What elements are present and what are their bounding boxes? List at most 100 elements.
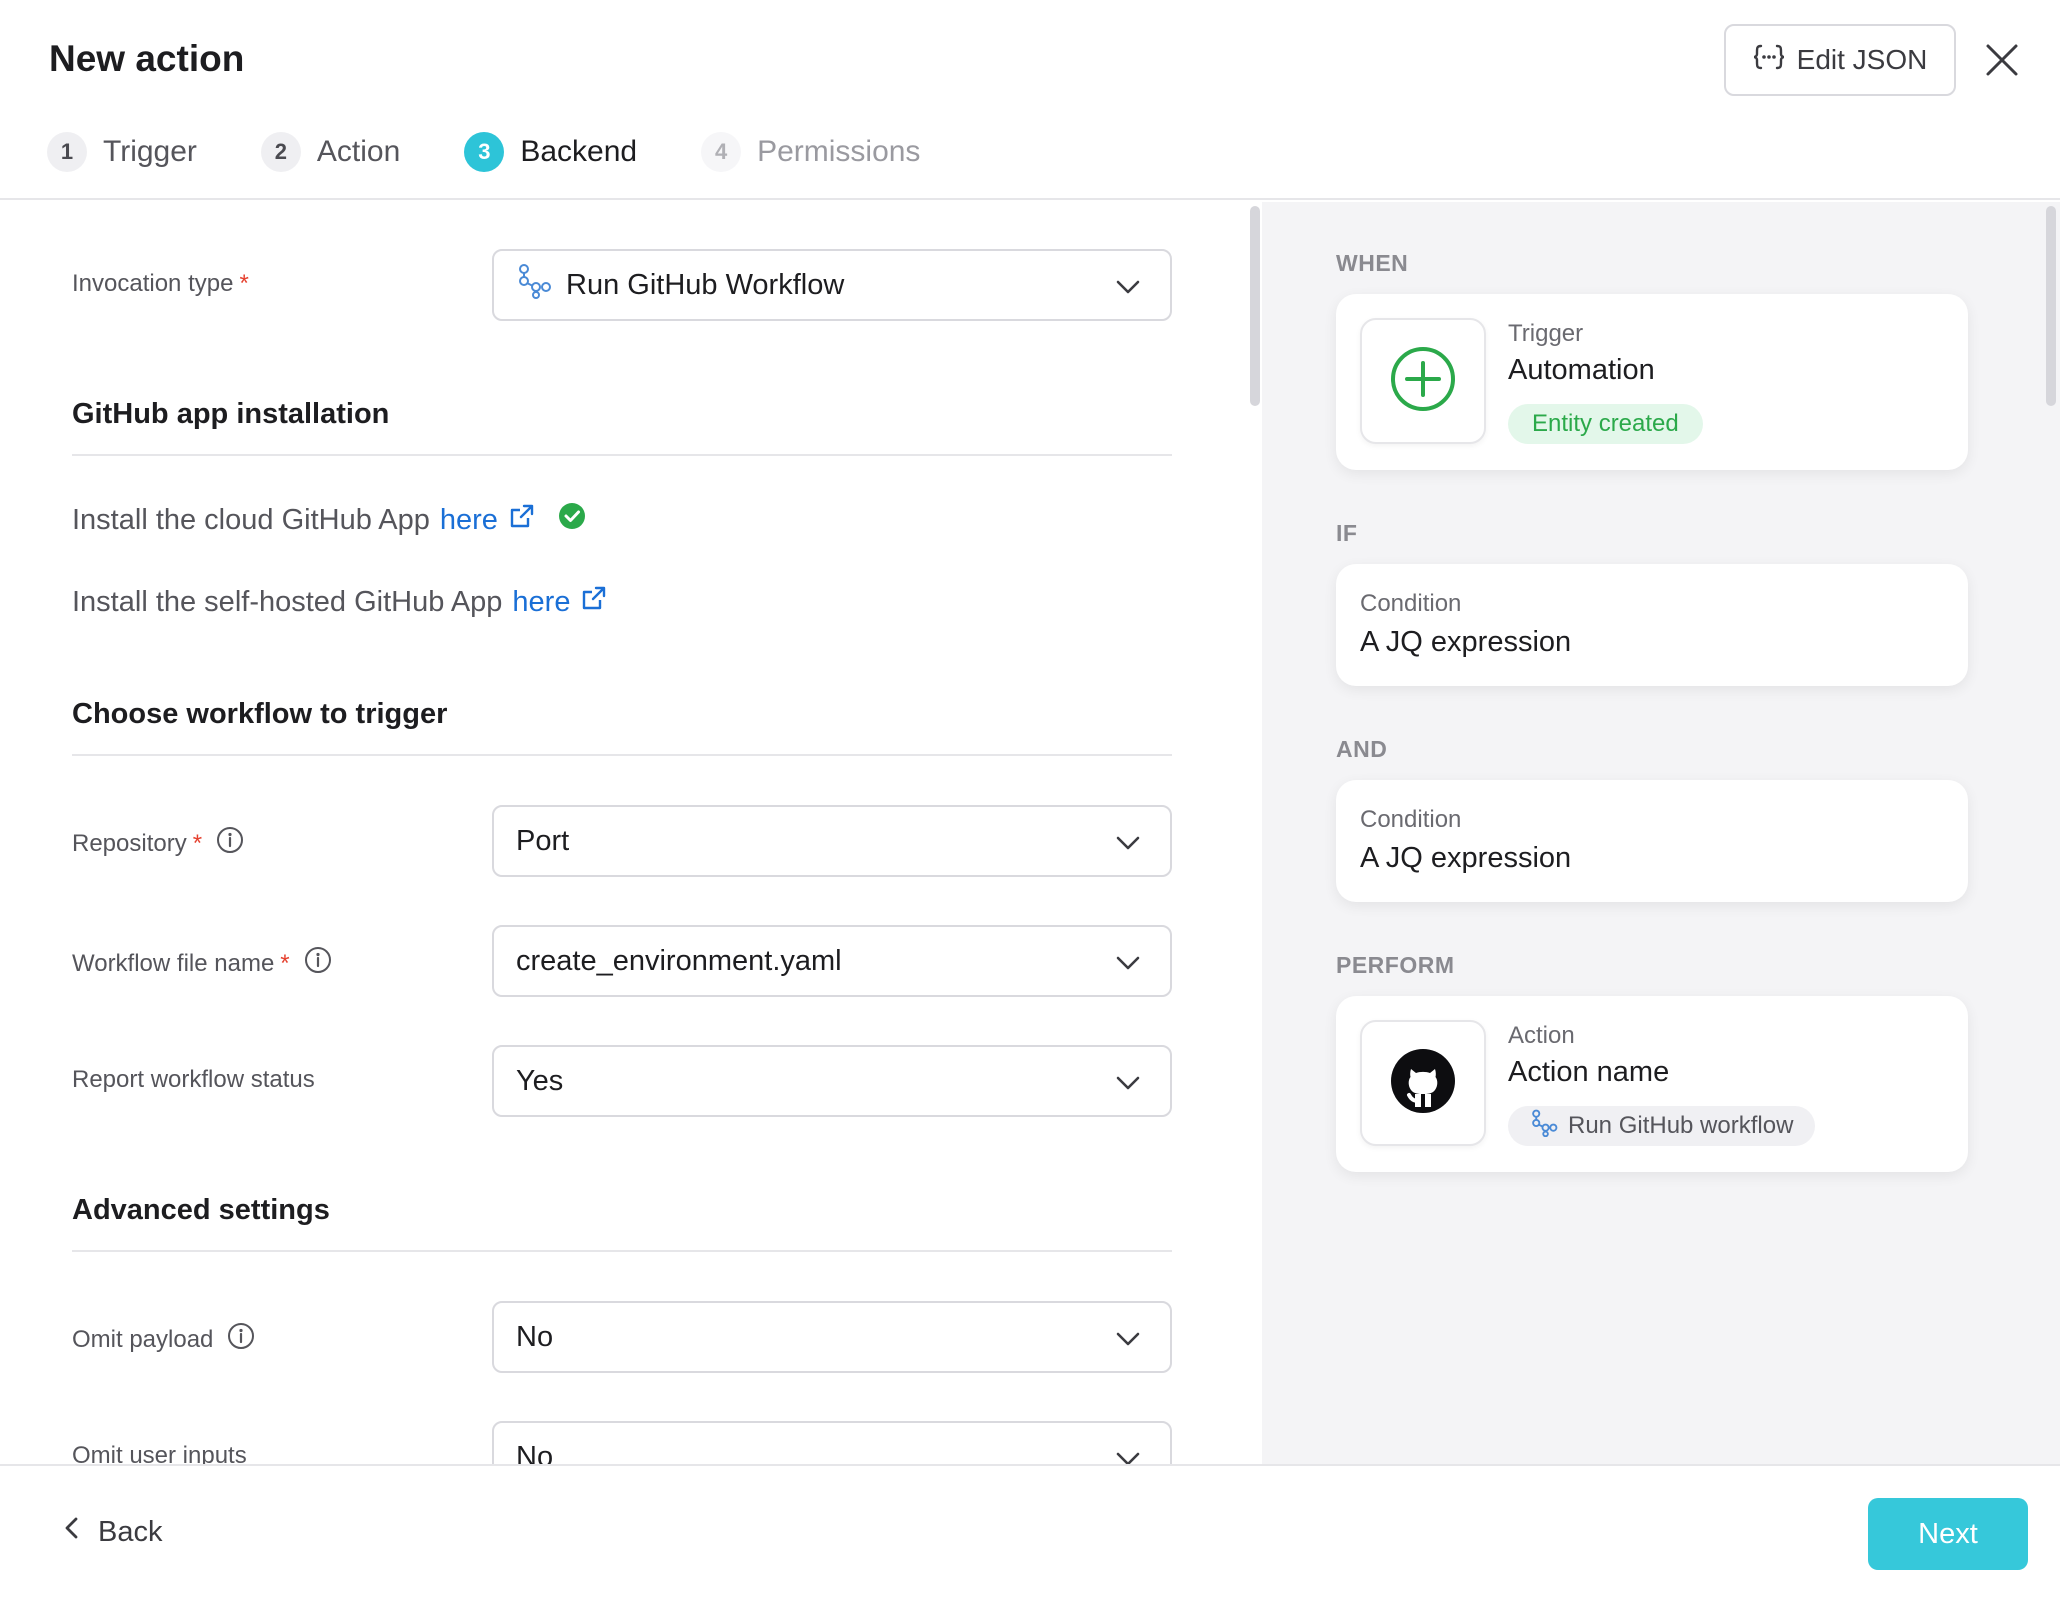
invocation-type-select[interactable]: Run GitHub Workflow xyxy=(492,249,1172,321)
divider xyxy=(72,754,1172,756)
chevron-down-icon xyxy=(1114,1445,1142,1464)
info-icon[interactable] xyxy=(304,946,332,981)
omit-user-inputs-label-text: Omit user inputs xyxy=(72,1442,247,1464)
omit-payload-label: Omit payload xyxy=(72,1322,255,1357)
repository-select[interactable]: Port xyxy=(492,805,1172,877)
step-number: 2 xyxy=(260,132,301,172)
info-icon[interactable] xyxy=(216,826,244,861)
cloud-app-text: Install the cloud GitHub App xyxy=(72,503,430,536)
required-marker: * xyxy=(280,949,290,977)
code-braces-icon xyxy=(1753,43,1785,78)
external-link-icon[interactable] xyxy=(580,584,608,620)
report-status-label-text: Report workflow status xyxy=(72,1066,315,1093)
cloud-app-install-row: Install the cloud GitHub App here xyxy=(72,502,586,538)
step-label: Permissions xyxy=(757,135,921,168)
back-label: Back xyxy=(98,1515,163,1548)
action-card[interactable]: Action Action name Run GitHub workflow xyxy=(1336,996,1968,1172)
step-label: Trigger xyxy=(103,135,197,168)
omit-payload-value: No xyxy=(516,1320,554,1353)
cloud-app-link[interactable]: here xyxy=(440,504,498,537)
step-trigger[interactable]: 1 Trigger xyxy=(47,132,197,172)
step-action[interactable]: 2 Action xyxy=(260,132,401,172)
external-link-icon[interactable] xyxy=(508,502,536,538)
omit-user-inputs-value: No xyxy=(516,1440,554,1465)
if-condition-card[interactable]: Condition A JQ expression xyxy=(1336,564,1968,686)
back-button[interactable]: Back xyxy=(62,1514,162,1550)
perform-section-label: PERFORM xyxy=(1336,952,1455,978)
trigger-kicker: Trigger xyxy=(1508,320,1584,347)
action-title: Action name xyxy=(1508,1056,1670,1088)
choose-workflow-title: Choose workflow to trigger xyxy=(72,698,448,730)
form-scrollbar[interactable] xyxy=(1248,202,1262,1464)
action-type-badge: Run GitHub workflow xyxy=(1508,1106,1816,1146)
workflow-file-select[interactable]: create_environment.yaml xyxy=(492,925,1172,997)
chevron-down-icon xyxy=(1114,1069,1142,1105)
report-status-label: Report workflow status xyxy=(72,1066,315,1094)
step-permissions[interactable]: 4 Permissions xyxy=(701,132,920,172)
omit-user-inputs-select[interactable]: No xyxy=(492,1421,1172,1464)
chevron-down-icon xyxy=(1114,273,1142,309)
github-workflow-icon xyxy=(516,263,552,307)
and-condition-card[interactable]: Condition A JQ expression xyxy=(1336,780,1968,902)
chevron-down-icon xyxy=(1114,1325,1142,1361)
check-circle-icon xyxy=(558,502,586,538)
backend-form: Invocation type * Run GitHub Workflow Git… xyxy=(0,202,1248,1464)
close-icon[interactable] xyxy=(1982,40,2022,80)
next-button[interactable]: Next xyxy=(1868,1498,2028,1570)
invocation-type-value: Run GitHub Workflow xyxy=(566,268,845,301)
omit-payload-select[interactable]: No xyxy=(492,1301,1172,1373)
step-label: Backend xyxy=(520,135,638,168)
info-icon[interactable] xyxy=(227,1322,255,1357)
if-section-label: IF xyxy=(1336,520,1358,546)
repository-label-text: Repository xyxy=(72,829,187,857)
divider xyxy=(72,1250,1172,1252)
report-status-select[interactable]: Yes xyxy=(492,1045,1172,1117)
action-kicker: Action xyxy=(1508,1022,1575,1049)
condition-title: A JQ expression xyxy=(1360,626,1572,658)
scrollbar-thumb[interactable] xyxy=(1250,206,1260,406)
page-title: New action xyxy=(49,38,245,79)
required-marker: * xyxy=(239,270,249,297)
and-section-label: AND xyxy=(1336,736,1388,762)
repository-value: Port xyxy=(516,824,570,857)
omit-user-inputs-label: Omit user inputs xyxy=(72,1442,247,1464)
scrollbar-thumb[interactable] xyxy=(2046,206,2056,406)
self-hosted-app-text: Install the self-hosted GitHub App xyxy=(72,585,503,618)
trigger-card[interactable]: Trigger Automation Entity created xyxy=(1336,294,1968,470)
step-number: 3 xyxy=(464,132,505,172)
chevron-down-icon xyxy=(1114,949,1142,985)
omit-payload-label-text: Omit payload xyxy=(72,1325,214,1353)
trigger-icon-box xyxy=(1360,318,1486,444)
action-icon-box xyxy=(1360,1020,1486,1146)
chevron-down-icon xyxy=(1114,829,1142,865)
workflow-file-label: Workflow file name * xyxy=(72,946,332,981)
github-workflow-icon xyxy=(1530,1109,1558,1144)
trigger-title: Automation xyxy=(1508,354,1655,386)
stepper: 1 Trigger 2 Action 3 Backend 4 Permissio… xyxy=(47,132,984,172)
workflow-file-value: create_environment.yaml xyxy=(516,944,842,977)
workflow-file-label-text: Workflow file name xyxy=(72,949,275,977)
trigger-event-badge: Entity created xyxy=(1508,404,1703,444)
chevron-left-icon xyxy=(62,1514,82,1550)
condition-kicker: Condition xyxy=(1360,590,1462,617)
github-icon xyxy=(1389,1047,1457,1120)
invocation-type-label: Invocation type * xyxy=(72,270,249,298)
step-backend[interactable]: 3 Backend xyxy=(464,132,637,172)
step-label: Action xyxy=(316,135,401,168)
modal-header: New action Edit JSON 1 Trigger 2 Action … xyxy=(0,0,2060,200)
preview-scrollbar[interactable] xyxy=(2044,202,2058,1464)
condition-kicker: Condition xyxy=(1360,806,1462,833)
plus-circle-icon xyxy=(1389,345,1457,418)
step-number: 4 xyxy=(701,132,742,172)
github-installation-title: GitHub app installation xyxy=(72,398,390,430)
step-number: 1 xyxy=(47,132,87,172)
self-hosted-app-link[interactable]: here xyxy=(512,586,570,619)
required-marker: * xyxy=(192,829,203,857)
edit-json-button[interactable]: Edit JSON xyxy=(1724,24,1956,96)
report-status-value: Yes xyxy=(516,1064,564,1097)
edit-json-label: Edit JSON xyxy=(1796,44,1928,75)
advanced-settings-title: Advanced settings xyxy=(72,1194,330,1226)
action-type-text: Run GitHub workflow xyxy=(1568,1112,1794,1139)
invocation-type-label-text: Invocation type xyxy=(72,270,234,297)
modal-footer: Back Next xyxy=(0,1464,2060,1600)
